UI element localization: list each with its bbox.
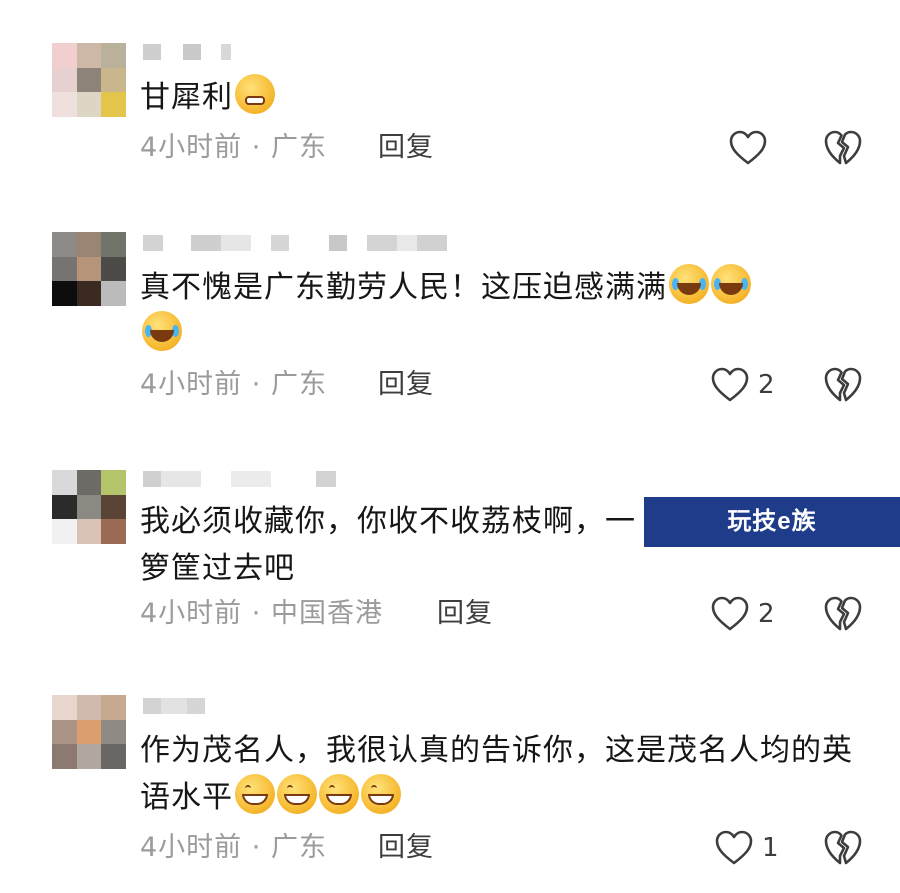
dislike-button[interactable] [823,594,863,634]
comment-text: 真不愧是广东勤劳人民！这压迫感满满 [140,264,840,358]
reply-button[interactable]: 回复 [378,365,434,405]
comment-meta: 4小时前 · 中国香港 [140,594,383,634]
broken-heart-icon [824,130,862,165]
comment-text-content: 我必须收藏你，你收不收荔枝啊，一箩筐过去吧 [140,504,636,586]
comment-location: 广东 [270,832,327,863]
heart-outline-icon [711,596,749,631]
comment-text: 甘犀利 [140,74,840,121]
comment-time: 4小时前 [140,132,243,163]
heart-outline-icon [715,830,753,865]
reply-button[interactable]: 回复 [437,594,493,634]
like-button[interactable]: 2 [710,594,775,634]
dislike-button[interactable] [823,365,863,405]
meta-separator: · [251,832,262,863]
like-count: 1 [762,833,779,863]
comment-text: 我必须收藏你，你收不收荔枝啊，一箩筐过去吧 [140,498,660,592]
dislike-button[interactable] [823,128,863,168]
tears-of-joy-emoji-icon [711,264,751,304]
like-button[interactable]: 2 [710,365,775,405]
dislike-button[interactable] [823,828,863,868]
like-button[interactable]: 1 [714,828,779,868]
comment-meta: 4小时前 · 广东 [140,128,327,168]
avatar[interactable] [52,695,126,769]
comment-text: 作为茂名人，我很认真的告诉你，这是茂名人均的英语水平 [140,727,860,821]
site-watermark: 玩技e族 [644,497,900,547]
meta-separator: · [251,132,262,163]
avatar[interactable] [52,232,126,306]
reply-button[interactable]: 回复 [378,828,434,868]
comment-meta: 4小时前 · 广东 [140,828,327,868]
grinning-emoji-icon [235,774,275,814]
username-blurred[interactable] [143,470,336,488]
tongue-out-emoji-icon [235,74,275,114]
grinning-emoji-icon [277,774,317,814]
grinning-emoji-icon [319,774,359,814]
comment-time: 4小时前 [140,598,243,629]
comment-meta: 4小时前 · 广东 [140,365,327,405]
tears-of-joy-emoji-icon [669,264,709,304]
heart-outline-icon [711,367,749,402]
username-blurred[interactable] [143,234,447,252]
like-count: 2 [758,370,775,400]
broken-heart-icon [824,367,862,402]
username-blurred[interactable] [143,43,231,61]
comment-location: 广东 [270,369,327,400]
comment-location: 广东 [270,132,327,163]
avatar[interactable] [52,470,126,544]
grinning-emoji-icon [361,774,401,814]
meta-separator: · [251,369,262,400]
username-blurred[interactable] [143,697,205,715]
like-count: 2 [758,599,775,629]
tears-of-joy-emoji-icon [142,311,182,351]
meta-separator: · [251,598,262,629]
comment-time: 4小时前 [140,832,243,863]
comment-location: 中国香港 [270,598,383,629]
comment-time: 4小时前 [140,369,243,400]
comment-text-content: 真不愧是广东勤劳人民！这压迫感满满 [140,270,667,305]
avatar[interactable] [52,43,126,117]
broken-heart-icon [824,830,862,865]
reply-button[interactable]: 回复 [378,128,434,168]
broken-heart-icon [824,596,862,631]
like-button[interactable] [728,128,776,168]
heart-outline-icon [729,130,767,165]
comment-text-content: 甘犀利 [140,80,233,115]
